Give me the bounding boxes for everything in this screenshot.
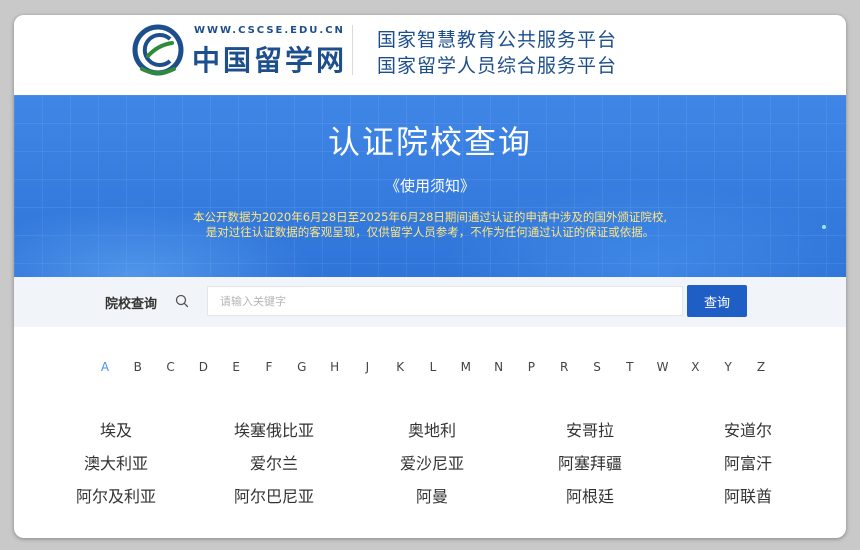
description-line-1: 本公开数据为2020年6月28日至2025年6月28日期间通过认证的申请中涉及的… — [192, 210, 668, 224]
hero-banner: 认证院校查询 《使用须知》 本公开数据为2020年6月28日至2025年6月28… — [14, 95, 846, 277]
country-item[interactable]: 阿尔及利亚 — [56, 483, 176, 507]
country-item[interactable]: 埃及 — [56, 417, 176, 441]
description-line-2: 是对过往认证数据的客观呈现，仅供留学人员参考，不作为任何通过认证的保证或依据。 — [205, 225, 655, 239]
page-title: 认证院校查询 — [327, 123, 532, 161]
search-input[interactable] — [207, 286, 683, 316]
alphabet-filter: ABCDEFGHJKLMNPRSTWXYZ — [14, 360, 846, 380]
letter-filter-y[interactable]: Y — [718, 360, 738, 374]
usage-notice-link[interactable]: 《使用须知》 — [14, 175, 846, 196]
letter-filter-h[interactable]: H — [325, 360, 345, 374]
country-item[interactable]: 安道尔 — [688, 417, 808, 441]
search-icon — [175, 294, 189, 308]
country-item[interactable]: 爱沙尼亚 — [372, 450, 492, 474]
letter-filter-k[interactable]: K — [390, 360, 410, 374]
letter-filter-w[interactable]: W — [653, 360, 673, 374]
letter-filter-s[interactable]: S — [587, 360, 607, 374]
letter-filter-z[interactable]: Z — [751, 360, 771, 374]
search-button[interactable]: 查询 — [687, 285, 747, 317]
country-item[interactable]: 澳大利亚 — [56, 450, 176, 474]
letter-filter-j[interactable]: J — [357, 360, 377, 374]
country-item[interactable]: 阿富汗 — [688, 450, 808, 474]
country-item[interactable]: 奥地利 — [372, 417, 492, 441]
banner-decorative-dot — [822, 225, 826, 229]
country-item[interactable]: 阿塞拜疆 — [530, 450, 650, 474]
logo-name[interactable]: 中国留学网 — [192, 39, 347, 79]
logo-url-text: WWW.CSCSE.EDU.CN — [194, 25, 345, 36]
country-item[interactable]: 阿联酋 — [688, 483, 808, 507]
letter-filter-g[interactable]: G — [292, 360, 312, 374]
site-header: WWW.CSCSE.EDU.CN 中国留学网 国家智慧教育公共服务平台 国家留学… — [14, 15, 846, 95]
country-item[interactable]: 阿根廷 — [530, 483, 650, 507]
search-label: 院校查询 — [105, 297, 158, 312]
country-item[interactable]: 阿尔巴尼亚 — [214, 483, 334, 507]
browser-page: WWW.CSCSE.EDU.CN 中国留学网 国家智慧教育公共服务平台 国家留学… — [14, 15, 846, 538]
letter-filter-x[interactable]: X — [685, 360, 705, 374]
country-item[interactable]: 埃塞俄比亚 — [214, 417, 334, 441]
header-divider — [352, 25, 353, 75]
letter-filter-a[interactable]: A — [95, 360, 115, 374]
letter-filter-f[interactable]: F — [259, 360, 279, 374]
letter-filter-d[interactable]: D — [193, 360, 213, 374]
letter-filter-b[interactable]: B — [128, 360, 148, 374]
search-bar: 院校查询 查询 — [14, 277, 846, 327]
letter-filter-m[interactable]: M — [456, 360, 476, 374]
letter-filter-p[interactable]: P — [521, 360, 541, 374]
country-item[interactable]: 阿曼 — [372, 483, 492, 507]
country-item[interactable]: 安哥拉 — [530, 417, 650, 441]
letter-filter-r[interactable]: R — [554, 360, 574, 374]
banner-description: 本公开数据为2020年6月28日至2025年6月28日期间通过认证的申请中涉及的… — [14, 210, 846, 240]
letter-filter-t[interactable]: T — [620, 360, 640, 374]
platform-name-secondary: 国家留学人员综合服务平台 — [377, 55, 618, 77]
country-item[interactable]: 爱尔兰 — [214, 450, 334, 474]
letter-filter-c[interactable]: C — [161, 360, 181, 374]
letter-filter-l[interactable]: L — [423, 360, 443, 374]
platform-name-primary: 国家智慧教育公共服务平台 — [377, 29, 618, 51]
letter-filter-n[interactable]: N — [489, 360, 509, 374]
letter-filter-e[interactable]: E — [226, 360, 246, 374]
cscse-logo-icon[interactable] — [130, 23, 186, 79]
